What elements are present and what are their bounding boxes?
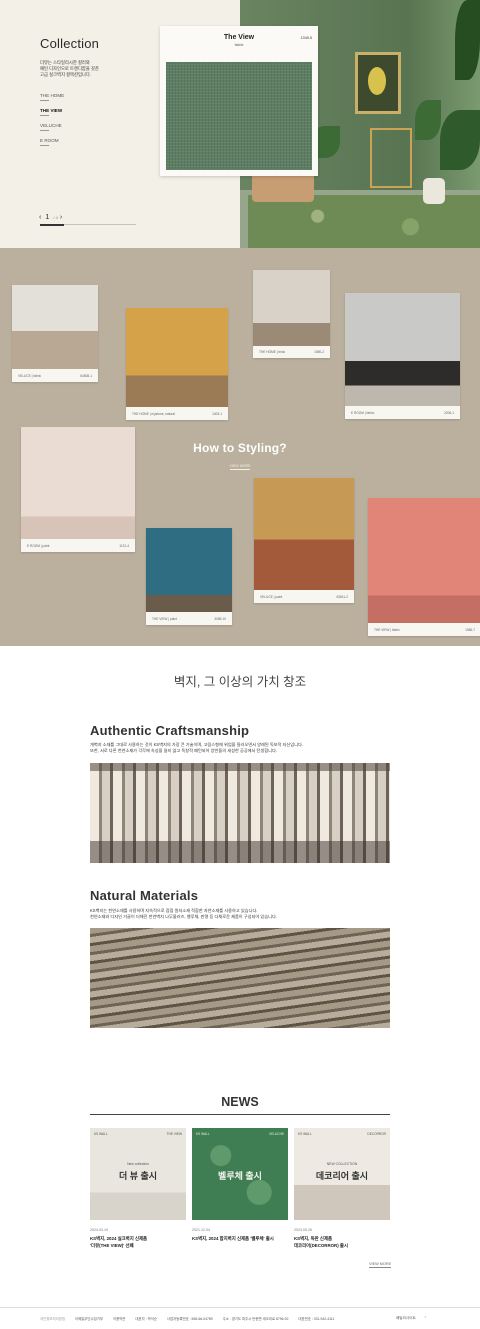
news-divider [90,1114,390,1115]
collection-menu: THE HOME THE VIEW VELUCHE E ROOM [40,92,120,152]
headline-line: 데코리어(DECORROR) 출시 [294,1242,348,1248]
ceo-info: 대표자 : 박석순 [135,1317,157,1321]
photo-code: 2206-1 [444,411,454,415]
styling-section: VELUCE | fabric 64808-1 THE HOME | mysto… [0,248,480,646]
page: Collection 더뷰는 스타일리시한 컬러와 패턴 디자인으로 트렌디함을… [0,0,480,1329]
headline-line: '더뷰(THE VIEW)' 선봬 [90,1242,134,1248]
description-line: 또한, 서로 다른 천연소재가 각각에 속성을 잃지 않고 독창적 패턴되어 앙… [90,748,277,753]
styling-photo[interactable]: THE HOME | mystone, natural 1403-1 [126,308,228,420]
product-type: fabric [234,43,244,47]
natural-materials-title: Natural Materials [90,888,199,903]
photo-caption: THE HOME | brick [259,350,286,354]
footer: 개인정보처리방침 이메일무단수집거부 이용약관 대표자 : 박석순 사업자등록번… [0,1307,480,1329]
view-more-label: VIEW MORE [229,464,251,470]
photo-caption: VELUCE | paint [260,595,283,599]
collection-menu-the-view[interactable]: THE VIEW [40,107,120,122]
news-thumbnail: KS WALL VELUCHE 벨루체 출시 [192,1128,288,1220]
styling-photo[interactable]: VELUCE | fabric 64808-1 [12,285,98,382]
news-item[interactable]: KS WALL THE VIEW New collection 더 뷰 출시 2… [90,1128,186,1249]
thumb-collection: DECORROR [367,1132,386,1136]
pager-total: / 4 [53,215,58,220]
news-headline: KS벽지, 독판 신제품 데코리어(DECORROR) 출시 [294,1236,390,1249]
photo-code: 1403-1 [212,412,222,416]
thumb-kicker: New collection [127,1162,149,1166]
family-site-select[interactable]: 패밀리사이트 ⌃ [396,1316,427,1321]
thumb-kicker: NEW COLLECTION [326,1162,358,1166]
photo-code: 1086-7 [465,628,475,632]
business-number: 사업자등록번호 : 565-66-04789 [166,1317,213,1321]
news-date: 2024.03.19 [90,1228,108,1232]
styling-view-more-link[interactable]: VIEW MORE [0,464,480,470]
address: 주소 : 경기도 파주시 탄현면 새오리로 8796-92 [222,1317,289,1321]
description-line: 천연소재와 디자인 거골이 더해진 천연벽지 나무울러즈, 벨루체, 판명 등 … [90,914,277,919]
news-headline: KS벽지, 2024 실크벽지 신제품 '더뷰(THE VIEW)' 선봬 [90,1236,186,1249]
pager-current: 1 [45,212,50,221]
styling-title: How to Styling? [193,441,287,455]
natural-materials-description: KS벽지는 천연소재를 사용하며 지속적으로 점점 원자소재 적합한 자연소재를… [90,908,390,920]
news-date: 2021.12.04 [192,1228,210,1232]
photo-code: 63611-2 [336,595,348,599]
photo-caption: VELUCE | fabric [18,374,42,378]
product-code: 1049-5 [300,36,312,40]
thumb-brand: KS WALL [298,1132,312,1136]
news-title: NEWS [221,1095,259,1109]
news-item[interactable]: KS WALL VELUCHE 벨루체 출시 2021.12.04 KS벽지, … [192,1128,288,1243]
next-arrow-icon[interactable]: › [60,214,62,221]
craftsmanship-description: 개벽지 소재를 그대로 사용하는 것이 KS벽지의 가장 큰 기술이며, 고림스… [90,742,390,754]
thumb-headline: 데코리어 출시 [315,1171,369,1181]
phone-number: 대표번호 : 031-942-4111 [298,1317,335,1321]
slide-progress-fill [40,223,64,226]
photo-code: 64808-1 [80,374,92,378]
collection-hero: Collection 더뷰는 스타일리시한 컬러와 패턴 디자인으로 트렌디함을… [0,0,480,248]
privacy-policy-link[interactable]: 개인정보처리방침 [40,1317,65,1321]
fabric-swatch [166,62,312,170]
styling-photo[interactable]: VELUCE | paint 63611-2 [254,478,354,603]
headline-line: KS벽지, 2024 합지벽지 신제품 '벨루체' 출시 [192,1236,274,1241]
fabric-stack-image [90,928,390,1028]
thumb-headline: 더 뷰 출시 [118,1171,158,1181]
styling-photo[interactable]: THE VIEW | paint 3085-10 [146,528,232,625]
collection-menu-e-room[interactable]: E ROOM [40,137,120,152]
footer-links: 개인정보처리방침 이메일무단수집거부 이용약관 대표자 : 박석순 사업자등록번… [40,1316,343,1321]
chevron-up-icon: ⌃ [423,1316,427,1320]
prev-arrow-icon[interactable]: ‹ [39,214,41,221]
styling-photo[interactable]: THE HOME | brick 1080-2 [253,270,330,358]
email-refusal-link[interactable]: 이메일무단수집거부 [75,1317,103,1321]
styling-photo[interactable]: THE VIEW | fabric 1086-7 [368,498,480,636]
craftsmanship-title: Authentic Craftsmanship [90,723,250,738]
product-card[interactable]: The View fabric 1049-5 [160,26,318,176]
photo-code: 1121-4 [119,544,129,548]
terms-link[interactable]: 이용약관 [113,1317,125,1321]
collection-title: Collection [40,36,100,51]
photo-code: 1080-2 [314,350,324,354]
thumb-brand: KS WALL [196,1132,210,1136]
news-thumbnail: KS WALL THE VIEW New collection 더 뷰 출시 [90,1128,186,1220]
collection-description: 더뷰는 스타일리시한 컬러와 패턴 디자인으로 트렌디함을 갖춘 고급 실크벽지… [40,60,150,79]
news-headline: KS벽지, 2024 합지벽지 신제품 '벨루체' 출시 [192,1236,288,1243]
news-item[interactable]: KS WALL DECORROR NEW COLLECTION 데코리어 출시 … [294,1128,390,1249]
styling-photo[interactable]: E ROOM | fabric 2206-1 [345,293,460,419]
collection-menu-the-home[interactable]: THE HOME [40,92,120,107]
photo-caption: THE VIEW | fabric [374,628,400,632]
family-site-label: 패밀리사이트 [396,1316,416,1320]
slide-pager: ‹ 1 / 4 › [39,212,62,221]
photo-caption: E ROOM | fabric [351,411,375,415]
slide-progress-bar [40,223,136,226]
thumb-collection: VELUCHE [268,1132,284,1136]
product-name: The View [223,34,255,41]
spools-image [90,763,390,863]
photo-caption: THE HOME | mystone, natural [132,412,175,416]
collection-menu-veluche[interactable]: VELUCHE [40,122,120,137]
news-thumbnail: KS WALL DECORROR NEW COLLECTION 데코리어 출시 [294,1128,390,1220]
thumb-collection: THE VIEW [166,1132,182,1136]
thumb-brand: KS WALL [94,1132,108,1136]
news-view-more-link[interactable]: VIEW MORE [369,1262,392,1268]
news-date: 2023.05.26 [294,1228,312,1232]
description-line: 고급 실크벽지 컬렉션입니다. [40,72,92,78]
photo-caption: E ROOM | paint [27,544,50,548]
photo-caption: THE VIEW | paint [152,617,177,621]
photo-code: 3085-10 [214,617,226,621]
value-heading: 벽지, 그 이상의 가치 창조 [173,675,307,689]
thumb-headline: 벨루체 출시 [218,1171,262,1181]
